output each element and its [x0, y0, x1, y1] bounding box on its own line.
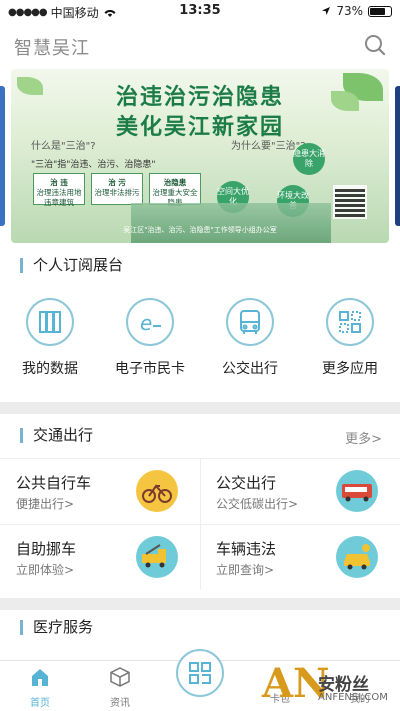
svg-text:e: e: [140, 311, 152, 335]
scan-button[interactable]: [176, 649, 224, 697]
traffic-item-title: 自助挪车: [16, 540, 77, 558]
subscription-item-more-apps[interactable]: 更多应用: [310, 298, 390, 378]
location-icon: [322, 7, 331, 15]
subscription-item-label: 电子市民卡: [115, 361, 185, 377]
traffic-item-title: 公共自行车: [16, 474, 92, 492]
banner-box-head: 治隐患: [163, 178, 187, 187]
traffic-item-subtitle: 立即查询>: [216, 563, 275, 577]
medical-title: 医疗服务: [20, 620, 93, 635]
traffic-item-title: 公交出行: [216, 474, 277, 492]
grid-divider: [200, 458, 201, 590]
traffic-item-title: 车辆违法: [216, 540, 277, 558]
banner-qr-code: [333, 185, 367, 219]
banner-question-left: 什么是"三治"?: [31, 141, 96, 152]
traffic-more-link[interactable]: 更多>: [345, 428, 382, 447]
tow-truck-icon: [136, 536, 178, 578]
subscription-item-my-data[interactable]: 我的数据: [10, 298, 90, 378]
banner-next-peek[interactable]: [395, 86, 400, 226]
bus-icon: [226, 298, 274, 346]
tab-news[interactable]: 资讯: [90, 667, 150, 709]
traffic-item-subtitle: 便捷出行>: [16, 497, 75, 511]
app-header: 智慧吴江: [0, 24, 400, 66]
traffic-item-subtitle: 立即体验>: [16, 563, 75, 577]
banner-box-body: 治理违法用地违章建筑: [36, 188, 82, 207]
subscription-item-e-card[interactable]: e 电子市民卡: [110, 298, 190, 378]
watermark: AN 安粉丝 ANFENSI.COM: [262, 660, 400, 711]
qr-scan-icon: [189, 662, 211, 684]
banner-circle: 隐患大消除: [293, 143, 325, 175]
banner-carousel[interactable]: 治违治污治隐患 美化吴江新家园 什么是"三治"? 为什么要"三治"? "三治"指…: [0, 66, 400, 250]
banner-footer: 吴江区"治违、治污、治隐患"工作领导小组办公室: [123, 226, 277, 234]
city-skyline: [131, 203, 331, 243]
more-apps-icon: [326, 298, 374, 346]
traffic-item-violation[interactable]: 车辆违法 立即查询>: [200, 524, 400, 590]
traffic-title: 交通出行: [20, 428, 93, 443]
traffic-item-subtitle: 公交低碳出行>: [216, 497, 299, 511]
banner-box: 治 污 治理非法排污: [91, 173, 143, 205]
search-icon[interactable]: [364, 34, 386, 56]
tab-home[interactable]: 首页: [10, 667, 70, 709]
cube-icon: [110, 667, 130, 687]
banner-box-head: 治 违: [50, 178, 68, 187]
banner-description: "三治"指"治违、治污、治隐患": [31, 160, 156, 170]
subscription-panel: 个人订阅展台 我的数据 e 电子市民卡 公交出行 更多应用: [0, 250, 400, 402]
banner-prev-peek[interactable]: [0, 86, 5, 226]
tab-label: 资讯: [110, 698, 130, 709]
home-icon: [32, 669, 48, 686]
tab-label: 首页: [30, 698, 50, 709]
taxi-icon: [336, 536, 378, 578]
status-bar: ●●●●● 中国移动 13:35 73%: [0, 0, 400, 24]
subscription-item-label: 公交出行: [222, 361, 278, 377]
banner-slide[interactable]: 治违治污治隐患 美化吴江新家园 什么是"三治"? 为什么要"三治"? "三治"指…: [11, 69, 389, 243]
my-data-icon: [26, 298, 74, 346]
banner-box: 治隐患 治理重大安全隐患: [149, 173, 201, 207]
watermark-en: ANFENSI.COM: [318, 692, 388, 703]
traffic-item-public-bike[interactable]: 公共自行车 便捷出行>: [0, 458, 200, 524]
bus-photo-icon: [336, 470, 378, 512]
battery-percent: 73%: [336, 4, 363, 18]
e-citizen-card-icon: e: [126, 298, 174, 346]
subscription-item-bus[interactable]: 公交出行: [210, 298, 290, 378]
app-title: 智慧吴江: [14, 38, 90, 59]
subscription-item-label: 更多应用: [322, 361, 378, 377]
banner-headline-1: 治违治污治隐患: [115, 85, 284, 110]
subscription-item-label: 我的数据: [22, 361, 78, 377]
banner-box-head: 治 污: [108, 178, 126, 187]
traffic-item-move-car[interactable]: 自助挪车 立即体验>: [0, 524, 200, 590]
traffic-panel: 交通出行 更多> 公共自行车 便捷出行> 公交出行 公交低碳出行> 自助挪车 立…: [0, 414, 400, 598]
bicycle-icon: [136, 470, 178, 512]
banner-box-body: 治理非法排污: [94, 188, 140, 197]
traffic-item-bus[interactable]: 公交出行 公交低碳出行>: [200, 458, 400, 524]
banner-box: 治 违 治理违法用地违章建筑: [33, 173, 85, 207]
battery-icon: [368, 5, 392, 17]
subscription-title: 个人订阅展台: [20, 258, 123, 273]
